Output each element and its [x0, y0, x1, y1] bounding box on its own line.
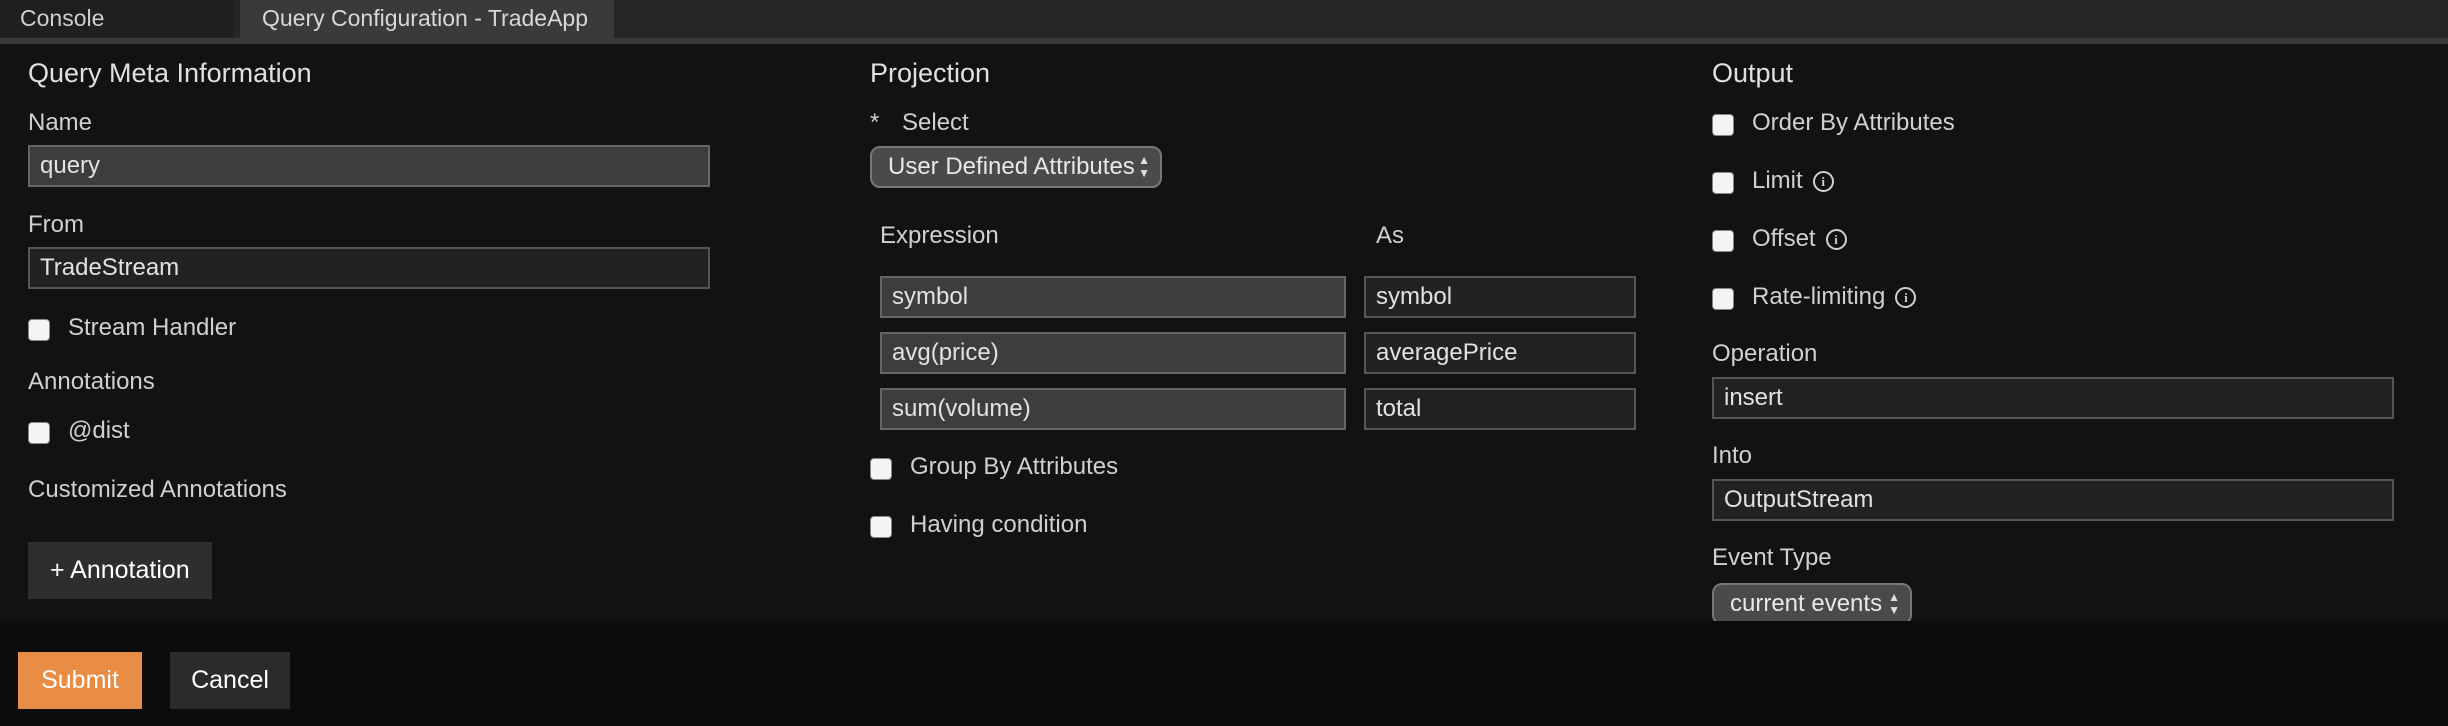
- select-label: Select: [902, 109, 969, 136]
- info-icon[interactable]: i: [1895, 287, 1917, 309]
- form-footer: Submit Cancel: [0, 621, 2448, 726]
- rate-limiting-label: Rate-limiting: [1752, 283, 1886, 310]
- meta-heading: Query Meta Information: [28, 58, 312, 88]
- select-value: User Defined Attributes: [888, 153, 1135, 180]
- into-label: Into: [1712, 442, 1753, 469]
- having-checkbox[interactable]: [870, 516, 892, 538]
- into-input[interactable]: [1712, 479, 2394, 521]
- info-icon[interactable]: i: [1812, 171, 1834, 193]
- rate-limiting-label-group: Rate-limiting i: [1752, 283, 1917, 311]
- event-type-label: Event Type: [1712, 544, 1832, 571]
- offset-label-group: Offset i: [1752, 225, 1847, 253]
- tab-console[interactable]: Console: [0, 0, 234, 38]
- expression-input[interactable]: [880, 332, 1346, 374]
- expression-header: Expression: [880, 222, 999, 249]
- query-config-form: Query Meta Information Name From Stream …: [0, 44, 2448, 625]
- rate-limiting-checkbox[interactable]: [1712, 288, 1734, 310]
- from-label: From: [28, 211, 84, 238]
- order-by-checkbox[interactable]: [1712, 114, 1734, 136]
- annotations-label: Annotations: [28, 368, 155, 395]
- dist-label: @dist: [68, 417, 130, 444]
- alias-input[interactable]: [1364, 388, 1636, 430]
- expression-input[interactable]: [880, 388, 1346, 430]
- order-by-label: Order By Attributes: [1752, 109, 1955, 136]
- output-heading: Output: [1712, 58, 1794, 88]
- from-input[interactable]: [28, 247, 710, 289]
- submit-button[interactable]: Submit: [18, 652, 142, 709]
- cancel-button[interactable]: Cancel: [170, 652, 290, 709]
- stream-handler-label: Stream Handler: [68, 314, 237, 341]
- event-type-value: current events: [1730, 590, 1883, 617]
- event-type-dropdown[interactable]: current events ▲ ▼: [1712, 583, 1912, 625]
- limit-checkbox[interactable]: [1712, 172, 1734, 194]
- projection-heading: Projection: [870, 58, 991, 88]
- offset-checkbox[interactable]: [1712, 230, 1734, 252]
- select-dropdown[interactable]: User Defined Attributes ▲ ▼: [870, 146, 1162, 188]
- name-label: Name: [28, 109, 93, 136]
- dist-checkbox[interactable]: [28, 422, 50, 444]
- alias-input[interactable]: [1364, 276, 1636, 318]
- required-marker: *: [870, 109, 880, 136]
- operation-label: Operation: [1712, 340, 1818, 367]
- limit-label-group: Limit i: [1752, 167, 1834, 195]
- name-input[interactable]: [28, 145, 710, 187]
- stream-handler-checkbox[interactable]: [28, 319, 50, 341]
- group-by-checkbox[interactable]: [870, 458, 892, 480]
- alias-input[interactable]: [1364, 332, 1636, 374]
- group-by-label: Group By Attributes: [910, 453, 1119, 480]
- tab-bar: Console Query Configuration - TradeApp: [0, 0, 2448, 44]
- chevron-up-down-icon: ▲ ▼: [1138, 153, 1150, 180]
- add-annotation-button[interactable]: + Annotation: [28, 542, 212, 599]
- customized-annotations-label: Customized Annotations: [28, 476, 287, 503]
- expression-input[interactable]: [880, 276, 1346, 318]
- chevron-up-down-icon: ▲ ▼: [1888, 590, 1900, 617]
- limit-label: Limit: [1752, 167, 1803, 194]
- as-header: As: [1376, 222, 1405, 249]
- operation-input[interactable]: [1712, 377, 2394, 419]
- offset-label: Offset: [1752, 225, 1816, 252]
- tab-query-configuration[interactable]: Query Configuration - TradeApp: [240, 0, 614, 38]
- info-icon[interactable]: i: [1825, 229, 1847, 251]
- having-label: Having condition: [910, 511, 1088, 538]
